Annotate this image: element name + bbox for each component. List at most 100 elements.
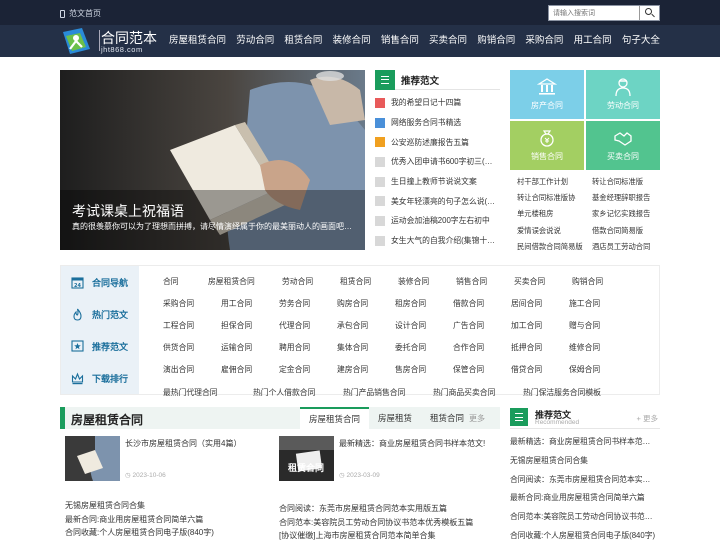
sidebar-item-contract-nav[interactable]: 24 合同导航 bbox=[61, 266, 139, 298]
category-link[interactable]: 聘用合同 bbox=[279, 342, 337, 353]
more-link[interactable]: 更多 bbox=[469, 413, 485, 424]
search-button[interactable] bbox=[639, 6, 659, 20]
category-link[interactable]: 运输合同 bbox=[221, 342, 279, 353]
quick-link[interactable]: 单元楼租房 bbox=[510, 209, 585, 219]
quick-link[interactable]: 酒店员工劳动合同 bbox=[585, 242, 660, 252]
category-link[interactable]: 合同 bbox=[163, 276, 208, 287]
nav-item[interactable]: 句子大全 bbox=[622, 25, 660, 57]
list-item[interactable]: 合同范本:美容院员工劳动合同协议书范… bbox=[510, 508, 660, 527]
list-item[interactable]: 我的希望日记十四篇 bbox=[375, 93, 500, 113]
tab-rental-contract[interactable]: 房屋租赁合同 bbox=[300, 407, 370, 429]
category-link[interactable]: 热门保洁服务合同模板 bbox=[523, 387, 623, 398]
tile-property-contract[interactable]: 房产合同 bbox=[510, 70, 584, 119]
category-link[interactable]: 供货合同 bbox=[163, 342, 221, 353]
site-logo[interactable]: 合同范本 jht868.com bbox=[60, 27, 160, 55]
category-link[interactable]: 劳动合同 bbox=[282, 276, 340, 287]
category-link[interactable]: 担保合同 bbox=[221, 320, 279, 331]
category-link[interactable]: 建房合同 bbox=[337, 364, 395, 375]
quick-link[interactable]: 村干部工作计划 bbox=[510, 177, 585, 187]
hero-slideshow[interactable]: 考试课桌上祝福语 真的很羡慕你可以为了理想而拼搏，请尽情演绎属于你的最美丽动人的… bbox=[60, 70, 365, 250]
category-link[interactable]: 合作合同 bbox=[453, 342, 511, 353]
search-input[interactable] bbox=[549, 6, 640, 20]
list-item[interactable]: 运动会加油稿200字左右初中 bbox=[375, 211, 500, 231]
quick-link[interactable]: 转让合同标准版协 bbox=[510, 193, 585, 203]
category-link[interactable]: 维修合同 bbox=[569, 342, 627, 353]
article-title[interactable]: 长沙市房屋租赁合同（实用4篇） bbox=[125, 438, 241, 449]
category-link[interactable]: 定金合同 bbox=[279, 364, 337, 375]
more-link[interactable]: + 更多 bbox=[637, 413, 658, 424]
category-link[interactable]: 装修合同 bbox=[398, 276, 456, 287]
tile-sales-contract[interactable]: 销售合同 bbox=[510, 121, 584, 170]
tile-trade-contract[interactable]: 买卖合同 bbox=[586, 121, 660, 170]
quick-link[interactable]: 转让合同标准版 bbox=[585, 177, 660, 187]
list-item[interactable]: 合同阅读：东莞市房屋租赁合同范本实用版五篇 bbox=[279, 503, 473, 517]
category-link[interactable]: 赠与合同 bbox=[569, 320, 627, 331]
quick-link[interactable]: 民间借款合同简易版 bbox=[510, 242, 585, 252]
list-item[interactable]: 公安巡防述廉报告五篇 bbox=[375, 132, 500, 152]
tab-lease[interactable]: 租赁合同 bbox=[421, 407, 473, 429]
list-item[interactable]: 最新精选：商业房屋租赁合同书样本范… bbox=[510, 433, 660, 452]
list-item[interactable]: 网络服务合同书精选 bbox=[375, 113, 500, 133]
list-item[interactable]: 美女年轻漂亮的句子怎么说(… bbox=[375, 191, 500, 211]
list-item[interactable]: 生日撞上教师节说说文案 bbox=[375, 172, 500, 192]
category-link[interactable]: 劳务合同 bbox=[279, 298, 337, 309]
category-link[interactable]: 施工合同 bbox=[569, 298, 627, 309]
category-link[interactable]: 购房合同 bbox=[337, 298, 395, 309]
quick-link[interactable]: 爱情误会说说 bbox=[510, 226, 585, 236]
category-link[interactable]: 借贷合同 bbox=[511, 364, 569, 375]
nav-item[interactable]: 销售合同 bbox=[381, 25, 419, 57]
category-link[interactable]: 抵押合同 bbox=[511, 342, 569, 353]
sidebar-item-recommended[interactable]: 推荐范文 bbox=[61, 330, 139, 362]
category-link[interactable]: 租赁合同 bbox=[340, 276, 398, 287]
category-link[interactable]: 最热门代理合同 bbox=[163, 387, 253, 398]
hero-title[interactable]: 考试课桌上祝福语 bbox=[72, 201, 184, 221]
category-link[interactable]: 热门产品销售合同 bbox=[343, 387, 433, 398]
tab-rental[interactable]: 房屋租赁 bbox=[369, 407, 421, 429]
nav-item[interactable]: 采购合同 bbox=[525, 25, 563, 57]
nav-item[interactable]: 装修合同 bbox=[333, 25, 371, 57]
category-link[interactable]: 工程合同 bbox=[163, 320, 221, 331]
category-link[interactable]: 采购合同 bbox=[163, 298, 221, 309]
nav-item[interactable]: 买卖合同 bbox=[429, 25, 467, 57]
category-link[interactable]: 加工合同 bbox=[511, 320, 569, 331]
nav-item[interactable]: 租赁合同 bbox=[284, 25, 322, 57]
nav-item[interactable]: 用工合同 bbox=[574, 25, 612, 57]
category-link[interactable]: 雇佣合同 bbox=[221, 364, 279, 375]
tile-labor-contract[interactable]: 劳动合同 bbox=[586, 70, 660, 119]
category-link[interactable]: 演出合同 bbox=[163, 364, 221, 375]
quick-link[interactable]: 基金经理辞职报告 bbox=[585, 193, 660, 203]
article-title[interactable]: 最新精选：商业房屋租赁合同书样本范文! bbox=[339, 438, 485, 449]
home-link[interactable]: 范文首页 bbox=[60, 8, 101, 19]
list-item[interactable]: 无锡房屋租赁合同合集 bbox=[510, 452, 660, 471]
sidebar-item-hot[interactable]: 热门范文 bbox=[61, 298, 139, 330]
nav-item[interactable]: 劳动合同 bbox=[236, 25, 274, 57]
category-link[interactable]: 销售合同 bbox=[456, 276, 514, 287]
category-link[interactable]: 房屋租赁合同 bbox=[208, 276, 282, 287]
list-item[interactable]: 优秀入团申请书600字初三(… bbox=[375, 152, 500, 172]
list-item[interactable]: 合同范本:美容院员工劳动合同协议书范本优秀模板五篇 bbox=[279, 517, 473, 531]
category-link[interactable]: 集体合同 bbox=[337, 342, 395, 353]
category-link[interactable]: 保姆合同 bbox=[569, 364, 627, 375]
category-link[interactable]: 居间合同 bbox=[511, 298, 569, 309]
category-link[interactable]: 设计合同 bbox=[395, 320, 453, 331]
quick-link[interactable]: 借款合同简易版 bbox=[585, 226, 660, 236]
list-item[interactable]: 女生大气的自我介绍(集锦十… bbox=[375, 231, 500, 251]
list-item[interactable]: [协议催缴]上海市房屋租赁合同范本简单合集 bbox=[279, 530, 473, 540]
list-item[interactable]: 合同收藏:个人房屋租赁合同电子版(840字) bbox=[65, 527, 214, 540]
list-item[interactable]: 合同阅读：东莞市房屋租赁合同范本实… bbox=[510, 471, 660, 490]
category-link[interactable]: 买卖合同 bbox=[514, 276, 572, 287]
list-item[interactable]: 无锡房屋租赁合同合集 bbox=[65, 500, 214, 514]
category-link[interactable]: 广告合同 bbox=[453, 320, 511, 331]
nav-item[interactable]: 购销合同 bbox=[477, 25, 515, 57]
category-link[interactable]: 租房合同 bbox=[395, 298, 453, 309]
category-link[interactable]: 承包合同 bbox=[337, 320, 395, 331]
category-link[interactable]: 热门商品买卖合同 bbox=[433, 387, 523, 398]
sidebar-item-downloads[interactable]: 下载排行 bbox=[61, 362, 139, 394]
quick-link[interactable]: 家乡记忆实践报告 bbox=[585, 209, 660, 219]
category-link[interactable]: 借款合同 bbox=[453, 298, 511, 309]
category-link[interactable]: 保管合同 bbox=[453, 364, 511, 375]
category-link[interactable]: 售房合同 bbox=[395, 364, 453, 375]
list-item[interactable]: 合同收藏:个人房屋租赁合同电子版(840字) bbox=[510, 527, 660, 540]
category-link[interactable]: 购销合同 bbox=[572, 276, 630, 287]
nav-item[interactable]: 房屋租赁合同 bbox=[169, 25, 226, 57]
